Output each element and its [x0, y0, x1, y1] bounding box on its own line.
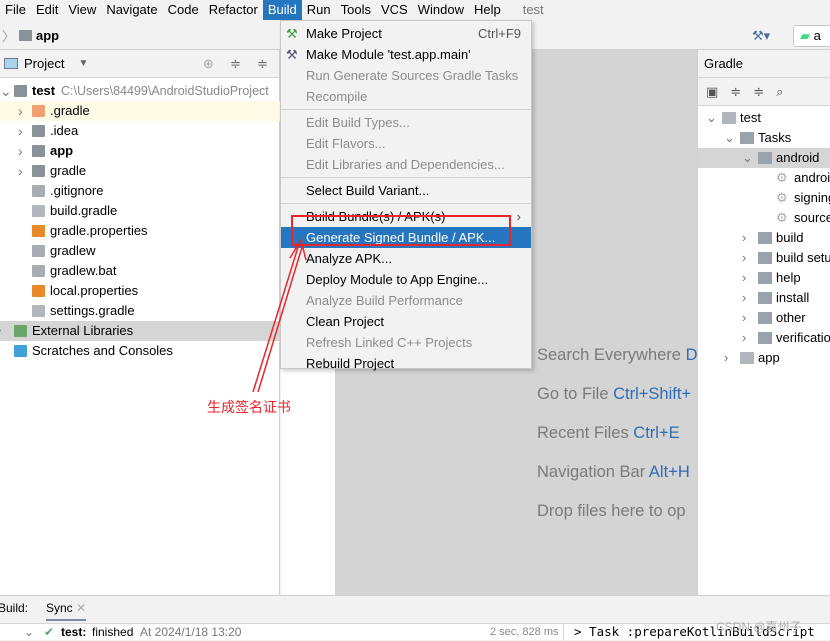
highlight-box [291, 215, 511, 246]
chevron-down-icon[interactable]: ⌄ [24, 624, 34, 640]
build-tool-window: Build: Sync ✕ ⌄ ✔ test: finished At 2024… [0, 595, 830, 641]
annotation-overlay [252, 215, 511, 393]
watermark: CSDN @嘉州子 [716, 620, 802, 634]
status-text: finished [92, 625, 134, 639]
status-name: test: [61, 625, 87, 639]
build-label: Build: [0, 601, 29, 615]
annotation-arrow [252, 243, 300, 393]
duration: 2 sec, 828 ms [490, 626, 559, 638]
annotation-label: 生成签名证书 [207, 399, 291, 415]
build-status-row[interactable]: ⌄ ✔ test: finished At 2024/1/18 13:20 2 … [0, 623, 830, 641]
close-icon[interactable]: ✕ [76, 601, 86, 615]
check-icon: ✔ [44, 625, 55, 639]
tab-sync[interactable]: Sync ✕ [46, 599, 87, 621]
status-time: At 2024/1/18 13:20 [140, 625, 242, 639]
